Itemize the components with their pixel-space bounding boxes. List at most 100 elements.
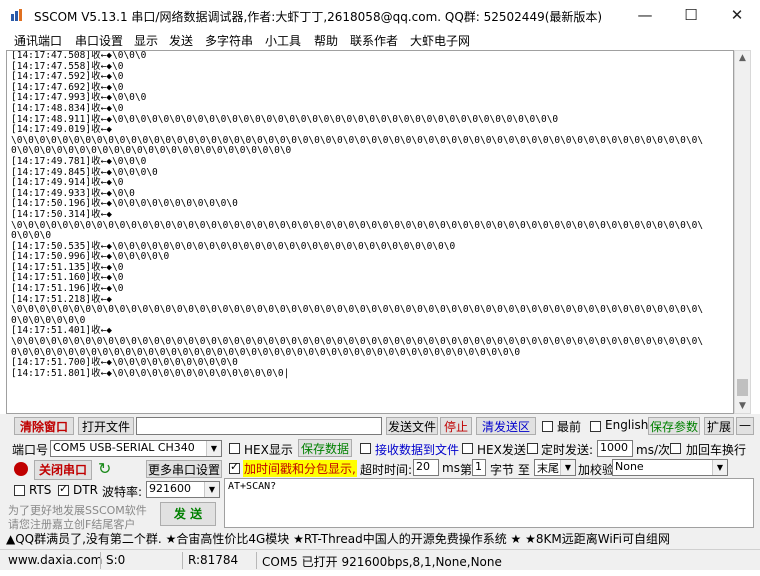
baud-value: 921600 xyxy=(149,482,191,495)
menu-daxia-site[interactable]: 大虾电子网 xyxy=(410,32,470,49)
port-select[interactable]: COM5 USB-SERIAL CH340 ▼ xyxy=(50,440,222,457)
menu-multi-string[interactable]: 多字符串 xyxy=(205,32,253,49)
output-line: [14:17:48.911]收←◆\0\0\0\0\0\0\0\0\0\0\0\… xyxy=(11,113,559,125)
status-divider xyxy=(256,552,257,569)
close-port-button[interactable]: 关闭串口 xyxy=(34,460,92,480)
chevron-down-icon[interactable]: ▼ xyxy=(206,441,221,456)
timeout-value: 20 xyxy=(416,460,430,473)
english-label: English xyxy=(605,418,649,432)
file-path-input[interactable] xyxy=(136,417,382,435)
hex-send-checkbox[interactable] xyxy=(462,443,473,454)
checksum-label: 加校验 xyxy=(578,463,615,477)
checksum-value: None xyxy=(615,460,644,473)
timeout-label: 超时时间: xyxy=(360,463,413,477)
clear-send-button[interactable]: 清发送区 xyxy=(476,417,536,435)
scroll-down-icon[interactable]: ▼ xyxy=(735,399,750,413)
output-line: [14:17:48.834]收←◆\0 xyxy=(11,102,124,114)
output-line: [14:17:50.314]收←◆ xyxy=(11,208,113,220)
window-title: SSCOM V5.13.1 串口/网络数据调试器,作者:大虾丁丁,2618058… xyxy=(34,10,603,24)
checkmark-icon: ✓ xyxy=(59,482,69,495)
status-port-state: COM5 已打开 921600bps,8,1,None,None xyxy=(262,555,502,569)
port-label: 端口号 xyxy=(12,443,49,457)
add-crlf-label: 加回车换行 xyxy=(686,443,747,457)
scroll-up-icon[interactable]: ▲ xyxy=(735,51,750,65)
receive-output[interactable]: [14:17:47.508]收←◆\0\0\0 [14:17:47.558]收←◆… xyxy=(6,50,734,414)
timed-send-checkbox[interactable] xyxy=(527,443,538,454)
status-divider xyxy=(182,552,183,569)
timestamp-label: 加时间戳和分包显示, xyxy=(243,460,357,477)
output-line: \0\0\0\0\0\0\0\0\0\0\0\0\0\0\0\0\0\0\0\0… xyxy=(11,219,704,231)
scroll-thumb[interactable] xyxy=(737,379,748,396)
timeout-input[interactable]: 20 xyxy=(413,459,439,476)
port-value: COM5 USB-SERIAL CH340 xyxy=(53,441,195,454)
port-status-icon xyxy=(14,462,28,476)
status-bar: www.daxia.com S:0 R:81784 COM5 已打开 92160… xyxy=(0,549,760,570)
interval-unit: ms/次 xyxy=(636,443,670,457)
recv-to-file-checkbox[interactable] xyxy=(360,443,371,454)
byte-start-input[interactable]: 1 xyxy=(472,459,486,476)
maximize-button[interactable]: ☐ xyxy=(668,0,714,30)
output-line: [14:17:49.781]收←◆\0\0\0 xyxy=(11,155,147,167)
expand-button[interactable]: 扩展 xyxy=(704,417,734,435)
menu-tools[interactable]: 小工具 xyxy=(265,32,301,49)
baud-label: 波特率: xyxy=(102,485,143,499)
ad-banner[interactable]: ▲QQ群满员了,没有第二个群. ★合宙高性价比4G模块 ★RT-Thread中国… xyxy=(0,530,760,549)
menu-display[interactable]: 显示 xyxy=(134,32,158,49)
timed-send-label: 定时发送: xyxy=(541,443,594,457)
baud-select[interactable]: 921600 ▼ xyxy=(146,481,220,498)
chevron-down-icon[interactable]: ▼ xyxy=(204,482,219,497)
menu-serial-settings[interactable]: 串口设置 xyxy=(75,32,123,49)
timeout-unit: ms xyxy=(442,461,460,475)
collapse-button[interactable]: — xyxy=(736,417,754,435)
topmost-checkbox[interactable] xyxy=(542,421,553,432)
chevron-down-icon[interactable]: ▼ xyxy=(712,460,727,475)
status-sent: S:0 xyxy=(106,553,126,567)
chevron-down-icon[interactable]: ▼ xyxy=(560,460,575,475)
end-value: 末尾 xyxy=(537,462,559,475)
output-scrollbar[interactable]: ▲ ▼ xyxy=(734,50,751,414)
status-received: R:81784 xyxy=(188,553,239,567)
output-line: \0\0\0\0\0\0\0\0\0\0\0\0\0\0\0\0\0\0\0\0… xyxy=(11,304,704,316)
menu-help[interactable]: 帮助 xyxy=(314,32,338,49)
menu-contact-author[interactable]: 联系作者 xyxy=(350,32,398,49)
hex-display-checkbox[interactable] xyxy=(229,443,240,454)
english-checkbox[interactable] xyxy=(590,421,601,432)
output-line: [14:17:50.196]收←◆\0\0\0\0\0\0\0\0\0\0\0 xyxy=(11,198,238,210)
minimize-button[interactable]: — xyxy=(622,0,668,30)
interval-input[interactable]: 1000 xyxy=(597,440,633,457)
output-line: 0\0\0\0\0\0\0 xyxy=(11,314,86,326)
status-divider xyxy=(100,552,101,569)
more-settings-button[interactable]: 更多串口设置 xyxy=(146,460,222,478)
dtr-label: DTR xyxy=(73,483,98,497)
rts-checkbox[interactable] xyxy=(14,485,25,496)
add-crlf-checkbox[interactable] xyxy=(670,443,681,454)
menu-bar: 通讯端口 串口设置 显示 发送 多字符串 小工具 帮助 联系作者 大虾电子网 xyxy=(0,30,760,50)
topmost-label: 最前 xyxy=(557,420,582,434)
send-button[interactable]: 发 送 xyxy=(160,502,216,526)
status-site[interactable]: www.daxia.com xyxy=(8,553,102,567)
title-bar: SSCOM V5.13.1 串口/网络数据调试器,作者:大虾丁丁,2618058… xyxy=(0,0,760,30)
nth-label: 第 xyxy=(460,463,473,477)
byte-start-value: 1 xyxy=(475,460,482,473)
refresh-icon[interactable]: ↻ xyxy=(98,459,111,478)
byte-to-label: 字节 至 xyxy=(490,463,530,477)
send-file-button[interactable]: 发送文件 xyxy=(386,417,438,435)
hex-display-label: HEX显示 xyxy=(244,443,293,457)
output-line: [14:17:51.196]收←◆\0 xyxy=(11,283,124,295)
menu-comm-port[interactable]: 通讯端口 xyxy=(14,32,62,49)
hex-send-label: HEX发送 xyxy=(477,443,526,457)
save-data-button[interactable]: 保存数据 xyxy=(298,439,352,457)
rts-label: RTS xyxy=(29,483,52,497)
save-params-button[interactable]: 保存参数 xyxy=(648,417,700,435)
end-select[interactable]: 末尾 ▼ xyxy=(534,459,576,476)
recv-to-file-label: 接收数据到文件 xyxy=(375,443,460,457)
open-file-button[interactable]: 打开文件 xyxy=(78,417,134,435)
send-input[interactable]: AT+SCAN? xyxy=(224,478,754,528)
clear-window-button[interactable]: 清除窗口 xyxy=(14,417,74,435)
checksum-select[interactable]: None ▼ xyxy=(612,459,728,476)
stop-button[interactable]: 停止 xyxy=(440,417,472,435)
output-line: [14:17:47.508]收←◆\0\0\0 xyxy=(11,50,147,61)
menu-send[interactable]: 发送 xyxy=(169,32,193,49)
checkmark-icon: ✓ xyxy=(230,460,240,473)
close-button[interactable]: ✕ xyxy=(714,0,760,30)
